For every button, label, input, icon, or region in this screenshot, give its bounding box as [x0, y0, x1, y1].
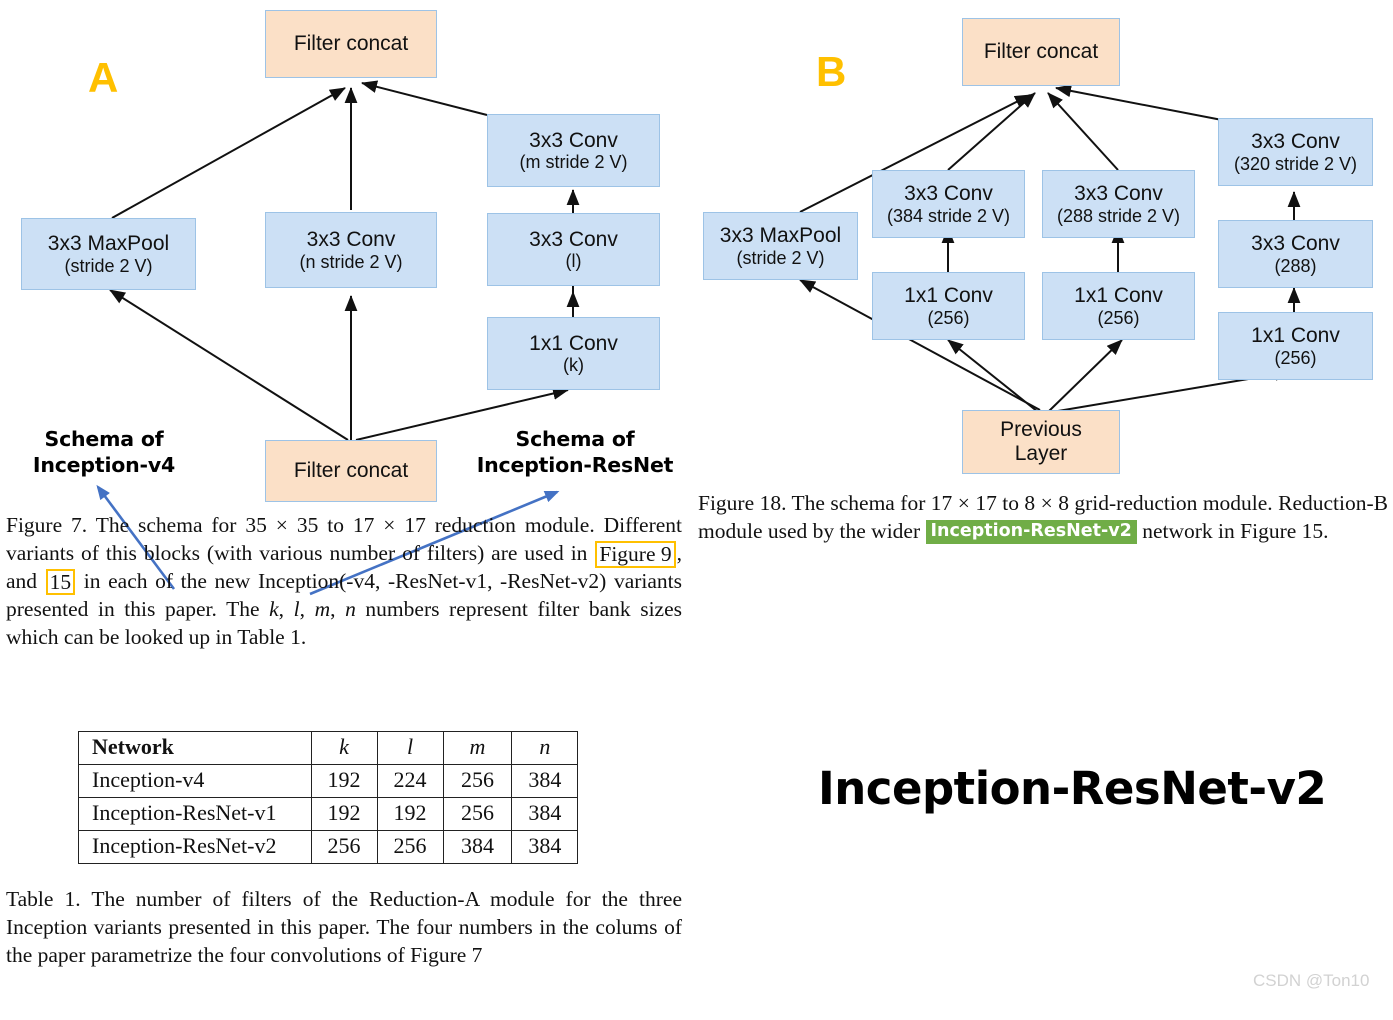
cell-l: 192: [376, 797, 444, 831]
cell-network: Inception-ResNet-v2: [78, 830, 312, 864]
annotation-line-2: Inception-ResNet: [476, 453, 674, 478]
node-sublabel: (k): [563, 355, 584, 376]
panel-letter-b: B: [816, 48, 847, 95]
node-b-previous-layer[interactable]: Previous Layer: [962, 410, 1120, 474]
symbol-m: m: [314, 596, 331, 621]
node-sublabel: (288): [1274, 255, 1317, 276]
table-row: Inception-ResNet-v1 192 192 256 384: [78, 797, 579, 831]
node-label: Filter concat: [293, 32, 409, 56]
node-a-conv3x3-m[interactable]: 3x3 Conv (m stride 2 V): [487, 114, 660, 187]
node-b-conv3x3-288[interactable]: 3x3 Conv (288): [1218, 220, 1373, 288]
node-label: 3x3 MaxPool: [47, 232, 170, 256]
node-label: 3x3 Conv: [1251, 232, 1340, 256]
node-sublabel: (stride 2 V): [736, 247, 825, 268]
caption-fig18-part2: network in Figure 15.: [1136, 518, 1329, 543]
node-b-conv1x1-256-mid[interactable]: 1x1 Conv (256): [1042, 272, 1195, 340]
node-sublabel: (384 stride 2 V): [886, 205, 1011, 226]
node-label: 3x3 Conv: [1074, 182, 1163, 206]
table-1-container: Network k l m n Inception-v4 192 224 256…: [78, 731, 579, 864]
node-sublabel: (256): [1274, 347, 1317, 368]
cell-n: 384: [511, 764, 579, 798]
node-b-conv3x3-320[interactable]: 3x3 Conv (320 stride 2 V): [1218, 118, 1373, 186]
node-b-conv1x1-256-left[interactable]: 1x1 Conv (256): [872, 272, 1025, 340]
annotation-line-1: Schema of: [515, 427, 635, 451]
filters-table: Network k l m n Inception-v4 192 224 256…: [78, 731, 579, 864]
column-header-m: m: [442, 731, 513, 765]
column-header-l: l: [376, 731, 444, 765]
caption-table-1: Table 1. The number of filters of the Re…: [6, 887, 682, 967]
node-a-maxpool[interactable]: 3x3 MaxPool (stride 2 V): [21, 218, 196, 290]
node-a-conv3x3-n[interactable]: 3x3 Conv (n stride 2 V): [265, 212, 437, 288]
node-b-conv3x3-288-stride[interactable]: 3x3 Conv (288 stride 2 V): [1042, 170, 1195, 238]
symbol-k: k: [269, 596, 279, 621]
cell-m: 384: [442, 830, 513, 864]
reference-figure-15[interactable]: 15: [45, 568, 76, 596]
figure-canvas: A B Filter concat 3x3 MaxPool (stride 2 …: [0, 0, 1393, 1020]
node-label: 1x1 Conv: [1251, 324, 1340, 348]
annotation-line-2: Inception-v4: [32, 453, 176, 478]
table-row: Inception-ResNet-v2 256 256 384 384: [78, 830, 579, 864]
caption-sep-2: ,: [299, 596, 315, 621]
node-sublabel: (l): [565, 251, 582, 272]
cell-m: 256: [442, 764, 513, 798]
table-row: Inception-v4 192 224 256 384: [78, 764, 579, 798]
annotation-schema-inception-resnet: Schema of Inception-ResNet: [458, 426, 692, 478]
cell-l: 256: [376, 830, 444, 864]
cell-k: 192: [310, 764, 378, 798]
cell-network: Inception-v4: [78, 764, 312, 798]
node-sublabel: (256): [1097, 307, 1140, 328]
caption-figure-18: Figure 18. The schema for 17 × 17 to 8 ×…: [698, 490, 1388, 546]
node-label: 1x1 Conv: [529, 331, 618, 355]
node-b-maxpool[interactable]: 3x3 MaxPool (stride 2 V): [703, 212, 858, 280]
node-sublabel: (m stride 2 V): [519, 152, 628, 173]
cell-k: 256: [310, 830, 378, 864]
column-header-k: k: [310, 731, 378, 765]
node-b-filter-concat-top[interactable]: Filter concat: [962, 18, 1120, 86]
caption-sep-1: ,: [278, 596, 294, 621]
cell-network: Inception-ResNet-v1: [78, 797, 312, 831]
node-a-filter-concat-bottom[interactable]: Filter concat: [265, 440, 437, 502]
column-header-n: n: [511, 731, 579, 765]
node-sublabel: (256): [927, 307, 970, 328]
node-label: 3x3 Conv: [1251, 130, 1340, 154]
watermark: CSDN @Ton10: [1253, 971, 1370, 990]
page-title: Inception-ResNet-v2: [818, 762, 1327, 815]
cell-m: 256: [442, 797, 513, 831]
annotation-schema-inception-v4: Schema of Inception-v4: [14, 426, 194, 478]
node-sublabel: Layer: [1014, 442, 1068, 465]
node-label: Filter concat: [983, 40, 1099, 64]
node-sublabel: (stride 2 V): [64, 255, 153, 276]
node-label: 3x3 Conv: [904, 182, 993, 206]
cell-k: 192: [310, 797, 378, 831]
node-label: 1x1 Conv: [1074, 284, 1163, 308]
annotation-line-1: Schema of: [44, 427, 164, 451]
badge-inception-resnet-v2: Inception-ResNet-v2: [925, 519, 1137, 545]
node-label: 3x3 Conv: [529, 227, 618, 251]
node-b-conv3x3-384[interactable]: 3x3 Conv (384 stride 2 V): [872, 170, 1025, 238]
node-sublabel: (n stride 2 V): [299, 251, 403, 272]
caption-sep-3: ,: [330, 596, 346, 621]
reference-figure-9[interactable]: Figure 9: [595, 540, 676, 568]
node-label: Previous: [1000, 418, 1082, 442]
cell-l: 224: [376, 764, 444, 798]
column-header-network: Network: [78, 731, 312, 765]
node-sublabel: (320 stride 2 V): [1233, 153, 1358, 174]
node-a-conv1x1-k[interactable]: 1x1 Conv (k): [487, 317, 660, 390]
table-header-row: Network k l m n: [78, 731, 579, 765]
node-label: 3x3 Conv: [306, 228, 396, 252]
cell-n: 384: [511, 797, 579, 831]
node-label: 3x3 Conv: [529, 128, 618, 152]
panel-letter-a: A: [88, 54, 119, 101]
node-label: 3x3 MaxPool: [719, 224, 842, 248]
caption-figure-7: Figure 7. The schema for 35 × 35 to 17 ×…: [6, 512, 682, 652]
node-label: 1x1 Conv: [904, 284, 993, 308]
node-label: Filter concat: [293, 459, 409, 483]
node-a-conv3x3-l[interactable]: 3x3 Conv (l): [487, 213, 660, 286]
node-b-conv1x1-256-right[interactable]: 1x1 Conv (256): [1218, 312, 1373, 380]
symbol-n: n: [345, 596, 356, 621]
caption-fig7-part1: Figure 7. The schema for 35 × 35 to 17 ×…: [6, 513, 682, 565]
node-a-filter-concat-top[interactable]: Filter concat: [265, 10, 437, 78]
cell-n: 384: [511, 830, 579, 864]
node-sublabel: (288 stride 2 V): [1056, 205, 1181, 226]
